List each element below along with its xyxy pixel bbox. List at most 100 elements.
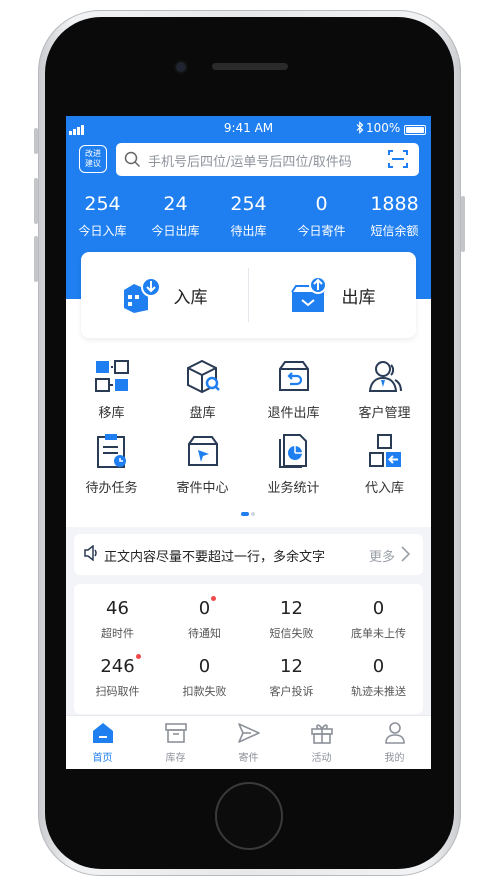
notice-more-link[interactable]: 更多 — [369, 546, 395, 565]
inventory-check-icon — [186, 359, 220, 394]
menu-tasks[interactable]: 待办任务 — [66, 431, 157, 496]
counter-sms-failed[interactable]: 12 短信失败 — [248, 598, 335, 641]
stat-value: 254 — [230, 193, 267, 215]
feedback-button[interactable]: 改进 建议 — [79, 145, 107, 173]
profile-icon — [384, 722, 405, 744]
counters-panel: 46 超时件 0 待通知 12 短信失败 0 底单未上传 246 扫码取件 0 … — [74, 584, 423, 714]
counter-value: 0 — [198, 598, 211, 619]
proxy-in-icon — [368, 434, 401, 467]
scan-icon[interactable] — [388, 150, 408, 168]
tab-label: 首页 — [92, 753, 113, 764]
battery-icon — [404, 125, 426, 135]
mute-switch — [34, 128, 38, 154]
stat-label: 待出库 — [230, 224, 267, 238]
tab-activity[interactable]: 活动 — [285, 720, 358, 764]
counter-value: 46 — [106, 598, 129, 619]
search-placeholder: 手机号后四位/运单号后四位/取件码 — [148, 155, 352, 170]
battery-percent: 100% — [366, 121, 401, 135]
power-button — [461, 196, 465, 252]
counter-label: 底单未上传 — [351, 627, 406, 640]
home-icon — [92, 723, 113, 743]
stat-label: 今日寄件 — [297, 224, 346, 238]
menu-label: 客户管理 — [358, 406, 411, 421]
feedback-label-line2: 建议 — [85, 159, 101, 168]
tab-bar: 首页 库存 寄件 活动 我的 — [66, 715, 431, 769]
stock-out-label: 出库 — [341, 287, 376, 308]
menu-label: 移库 — [98, 406, 125, 421]
counter-label: 客户投诉 — [269, 685, 314, 698]
notice-text: 正文内容尽量不要超过一行，多余文字 — [104, 550, 326, 565]
search-input[interactable]: 手机号后四位/运单号后四位/取件码 — [116, 143, 419, 176]
menu-label: 业务统计 — [267, 481, 320, 496]
send-center-icon — [187, 436, 218, 466]
stat-sms-balance[interactable]: 1888 短信余额 — [358, 192, 431, 239]
counter-track-not-pushed[interactable]: 0 轨迹未推送 — [335, 656, 422, 699]
counter-label: 待通知 — [188, 627, 221, 640]
move-stock-icon — [94, 360, 129, 392]
stat-today-in[interactable]: 254 今日入库 — [66, 192, 139, 239]
chevron-right-icon — [401, 546, 410, 562]
counter-label: 短信失败 — [269, 627, 314, 640]
menu-inventory-check[interactable]: 盘库 — [157, 356, 248, 421]
menu-proxy-in[interactable]: 代入库 — [339, 431, 430, 496]
counter-deduction-failed[interactable]: 0 扣款失败 — [161, 656, 248, 699]
counter-overtime[interactable]: 46 超时件 — [74, 598, 161, 641]
menu-label: 代入库 — [364, 481, 404, 496]
stats-row: 254 今日入库 24 今日出库 254 待出库 0 今日寄件 1888 短信余… — [66, 192, 431, 239]
tab-label: 我的 — [384, 753, 405, 764]
counter-pending-notify[interactable]: 0 待通知 — [161, 596, 248, 641]
counter-scan-pickup[interactable]: 246 扫码取件 — [74, 654, 161, 699]
menu-statistics[interactable]: 业务统计 — [248, 431, 339, 496]
notification-dot — [135, 654, 141, 659]
tab-send[interactable]: 寄件 — [212, 720, 285, 764]
stat-value: 1888 — [370, 193, 419, 215]
notification-dot — [211, 596, 217, 601]
tab-label: 寄件 — [238, 753, 259, 764]
counter-value: 0 — [372, 598, 385, 619]
status-bar: 9:41 AM 100% — [66, 116, 431, 140]
stock-in-button[interactable]: 入库 — [81, 252, 248, 338]
volume-down-button — [34, 236, 38, 282]
stock-in-icon — [123, 277, 161, 313]
stock-out-button[interactable]: 出库 — [249, 252, 416, 338]
stat-label: 短信余额 — [370, 224, 419, 238]
app-screen: 9:41 AM 100% 改进 建议 手机号后四位/运单号后四位/取件码 254… — [66, 116, 431, 769]
counter-complaints[interactable]: 12 客户投诉 — [248, 656, 335, 699]
tab-home[interactable]: 首页 — [66, 720, 139, 764]
send-icon — [237, 723, 260, 743]
tab-mine[interactable]: 我的 — [358, 720, 431, 764]
notice-bar[interactable]: 正文内容尽量不要超过一行，多余文字 更多 — [74, 534, 423, 575]
stat-label: 今日出库 — [151, 224, 200, 238]
counter-label: 扫码取件 — [95, 685, 140, 698]
customer-icon — [368, 361, 402, 392]
stock-out-icon — [290, 276, 327, 312]
search-icon — [124, 151, 140, 167]
menu-send-center[interactable]: 寄件中心 — [157, 431, 248, 496]
counter-value: 0 — [198, 656, 211, 677]
counter-value: 0 — [372, 656, 385, 677]
stat-label: 今日入库 — [78, 224, 127, 238]
counter-label: 扣款失败 — [182, 685, 227, 698]
stat-value: 24 — [163, 193, 188, 215]
stat-today-out[interactable]: 24 今日出库 — [139, 192, 212, 239]
return-out-icon — [278, 361, 309, 391]
stat-value: 0 — [315, 193, 328, 215]
gift-icon — [310, 724, 333, 744]
menu-label: 退件出库 — [267, 406, 320, 421]
menu-move-stock[interactable]: 移库 — [66, 356, 157, 421]
stat-pending-out[interactable]: 254 待出库 — [212, 192, 285, 239]
bluetooth-icon — [356, 121, 364, 134]
home-button[interactable] — [215, 782, 283, 850]
menu-customer[interactable]: 客户管理 — [339, 356, 430, 421]
menu-return-out[interactable]: 退件出库 — [248, 356, 339, 421]
front-camera — [176, 62, 186, 72]
in-out-card: 入库 出库 — [81, 252, 416, 338]
stock-in-label: 入库 — [173, 287, 208, 308]
task-icon — [96, 434, 126, 468]
tab-inventory[interactable]: 库存 — [139, 720, 212, 764]
counter-label: 轨迹未推送 — [351, 685, 406, 698]
stat-today-send[interactable]: 0 今日寄件 — [285, 192, 358, 239]
menu-label: 待办任务 — [85, 481, 138, 496]
tab-label: 库存 — [165, 753, 186, 764]
counter-receipt-not-uploaded[interactable]: 0 底单未上传 — [335, 598, 422, 641]
